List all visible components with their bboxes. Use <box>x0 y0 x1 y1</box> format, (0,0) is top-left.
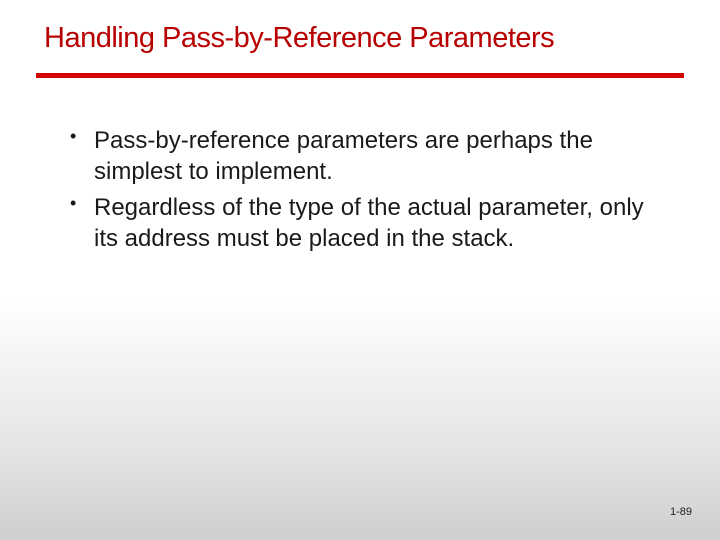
slide-title: Handling Pass-by-Reference Parameters <box>0 0 720 73</box>
slide-body: Pass-by-reference parameters are perhaps… <box>0 78 720 255</box>
page-number: 1-89 <box>670 506 692 518</box>
list-item: Regardless of the type of the actual par… <box>70 193 664 254</box>
bullet-list: Pass-by-reference parameters are perhaps… <box>70 126 664 255</box>
slide: Handling Pass-by-Reference Parameters Pa… <box>0 0 720 540</box>
list-item: Pass-by-reference parameters are perhaps… <box>70 126 664 187</box>
